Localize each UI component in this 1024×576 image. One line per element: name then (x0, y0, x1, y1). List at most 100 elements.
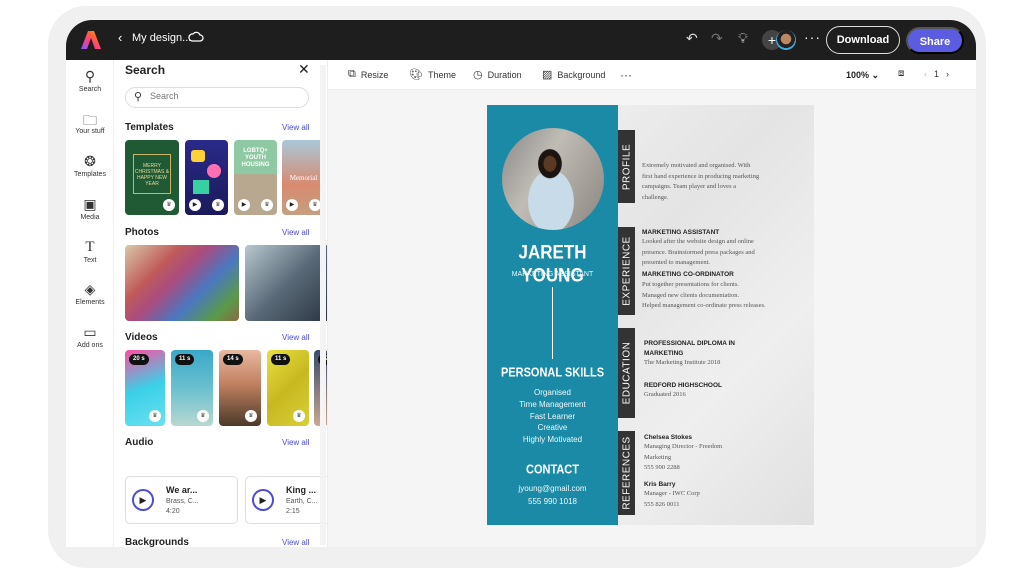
skill-item[interactable]: Fast Learner (487, 412, 618, 421)
share-button[interactable]: Share (906, 27, 964, 54)
photos-heading: Photos (125, 227, 159, 238)
more-icon[interactable]: ··· (804, 29, 821, 45)
page-navigator[interactable]: ‹1› (924, 69, 956, 79)
experience-text[interactable]: Looked after the website design and onli… (642, 237, 755, 269)
reference-details[interactable]: Managing Director - Freedom Marketing 555 … (644, 442, 722, 474)
clock-icon: ◷ (473, 69, 483, 81)
rail-item-text[interactable]: T Text (66, 239, 114, 264)
resize-icon: ⧉ (348, 68, 356, 80)
resize-button[interactable]: ⧉ Resize (348, 68, 388, 81)
skill-item[interactable]: Highly Motivated (487, 435, 618, 444)
section-tab-profile[interactable]: PROFILE (618, 130, 635, 203)
skill-item[interactable]: Time Management (487, 400, 618, 409)
templates-view-all-link[interactable]: View all (282, 123, 309, 132)
elements-icon: ◈ (84, 281, 96, 297)
photo-thumb[interactable] (125, 245, 239, 321)
resume-role[interactable]: MARKETING ASSISTANT (487, 271, 618, 278)
rail-item-media[interactable]: ▣ Media (66, 196, 114, 221)
contact-email[interactable]: jyoung@gmail.com (487, 484, 618, 493)
rail-item-templates[interactable]: ❂ Templates (66, 153, 114, 178)
folder-icon: 🗀︎ (83, 112, 97, 128)
education-title[interactable]: MARKETING (644, 350, 683, 357)
pages-icon[interactable]: ⧈ (898, 68, 904, 79)
profile-text[interactable]: Extremely motivated and organised. With f… (642, 161, 759, 203)
video-thumb[interactable]: 11 s ♛ (267, 350, 309, 426)
section-tab-education[interactable]: EDUCATION (618, 328, 635, 418)
more-icon[interactable]: ··· (620, 68, 632, 82)
rail-item-your-stuff[interactable]: 🗀︎ Your stuff (66, 110, 114, 135)
audio-view-all-link[interactable]: View all (282, 438, 309, 447)
adobe-express-logo[interactable] (80, 29, 102, 51)
next-page-icon[interactable]: › (946, 69, 956, 79)
duration-button[interactable]: ◷ Duration (473, 68, 522, 81)
reference-name[interactable]: Kris Barry (644, 481, 675, 488)
resume-page[interactable]: JARETH YOUNG MARKETING ASSISTANT PERSONA… (487, 105, 814, 525)
backgrounds-view-all-link[interactable]: View all (282, 538, 309, 547)
audio-card[interactable]: ▶ We ar... Brass, C... 4:20 (125, 476, 238, 524)
contact-phone[interactable]: 555 990 1018 (487, 497, 618, 506)
search-field[interactable]: ⚲ (125, 87, 309, 108)
reference-name[interactable]: Chelsea Stokes (644, 434, 692, 441)
prev-page-icon[interactable]: ‹ (924, 69, 934, 79)
play-icon[interactable]: ▶ (252, 489, 274, 511)
undo-icon[interactable]: ↶ (686, 30, 698, 47)
photos-view-all-link[interactable]: View all (282, 228, 309, 237)
resume-name[interactable]: JARETH YOUNG (487, 241, 618, 287)
video-thumb[interactable]: 20 s ♛ (125, 350, 165, 426)
template-thumb-text: LGBTQ+ YOUTH HOUSING (241, 148, 270, 168)
education-detail[interactable]: The Marketing Institute 2018 (644, 358, 720, 369)
rail-item-add-ons[interactable]: ▭ Add ons (66, 324, 114, 349)
search-input[interactable] (150, 91, 300, 101)
skill-item[interactable]: Organised (487, 388, 618, 397)
play-icon[interactable]: ▶ (132, 489, 154, 511)
lightbulb-icon[interactable]: 💡︎ (738, 30, 748, 47)
play-icon: ▶ (189, 199, 201, 211)
videos-view-all-link[interactable]: View all (282, 333, 309, 342)
cloud-icon[interactable] (188, 30, 204, 44)
template-thumb[interactable]: MERRY CHRISTMAS & HAPPY NEW YEAR ♛ (125, 140, 179, 215)
video-duration: 20 s (129, 354, 149, 365)
search-panel: Search ✕ ⚲ Templates View all MERRY CHRI… (114, 60, 328, 547)
contact-heading[interactable]: CONTACT (487, 463, 618, 477)
download-button[interactable]: Download (826, 26, 900, 54)
video-thumb[interactable]: 11 s ♛ (171, 350, 213, 426)
redo-icon[interactable]: ↷ (711, 30, 723, 47)
experience-title[interactable]: MARKETING ASSISTANT (642, 229, 719, 236)
close-icon[interactable]: ✕ (298, 61, 310, 78)
theme-button[interactable]: 🎨︎ Theme (409, 68, 456, 81)
video-duration: 11 s (271, 354, 291, 365)
top-bar: ‹ My design... ↶ ↷ 💡︎ + ··· Download Sha… (66, 20, 976, 60)
video-thumb[interactable]: 14 s ♛ (219, 350, 261, 426)
template-thumb[interactable]: Memorial ▶ ♛ (282, 140, 325, 215)
user-avatar[interactable] (776, 30, 796, 50)
premium-icon: ♛ (293, 410, 305, 422)
back-chevron-icon[interactable]: ‹ (118, 30, 122, 45)
panel-title: Search (125, 63, 166, 77)
divider-line (552, 287, 553, 359)
experience-title[interactable]: MARKETING CO-ORDINATOR (642, 271, 734, 278)
rail-item-search[interactable]: ⚲ Search (66, 68, 114, 93)
section-tab-experience[interactable]: EXPERIENCE (618, 227, 635, 315)
left-rail: ⚲ Search 🗀︎ Your stuff ❂ Templates ▣ Med… (66, 60, 114, 547)
profile-photo[interactable] (502, 128, 604, 230)
education-detail[interactable]: Graduated 2016 (644, 390, 686, 401)
template-thumb[interactable]: ▶ ♛ (185, 140, 228, 215)
skills-heading[interactable]: PERSONAL SKILLS (487, 366, 618, 380)
reference-details[interactable]: Manager - IWC Corp 555 826 0011 (644, 489, 700, 510)
zoom-dropdown[interactable]: 100% ⌄ (846, 70, 879, 81)
experience-text[interactable]: Put together presentations for clients. M… (642, 280, 766, 312)
audio-card[interactable]: ▶ King ... Earth, C... 2:15 (245, 476, 327, 524)
background-button[interactable]: ▨ Background (542, 68, 605, 81)
rail-item-elements[interactable]: ◈ Elements (66, 281, 114, 306)
photo-thumb[interactable] (245, 245, 327, 321)
audio-artist: Earth, C... (286, 498, 318, 505)
template-thumb[interactable]: LGBTQ+ YOUTH HOUSING ▶ ♛ (234, 140, 277, 215)
panel-scrollbar[interactable] (320, 65, 326, 545)
document-title[interactable]: My design... (132, 32, 191, 44)
skill-item[interactable]: Creative (487, 423, 618, 432)
premium-icon: ♛ (149, 410, 161, 422)
education-title[interactable]: PROFESSIONAL DIPLOMA IN (644, 340, 735, 347)
section-tab-references[interactable]: REFERENCES (618, 431, 635, 515)
resume-sidebar: JARETH YOUNG MARKETING ASSISTANT PERSONA… (487, 105, 618, 525)
education-title[interactable]: REDFORD HIGHSCHOOL (644, 382, 722, 389)
